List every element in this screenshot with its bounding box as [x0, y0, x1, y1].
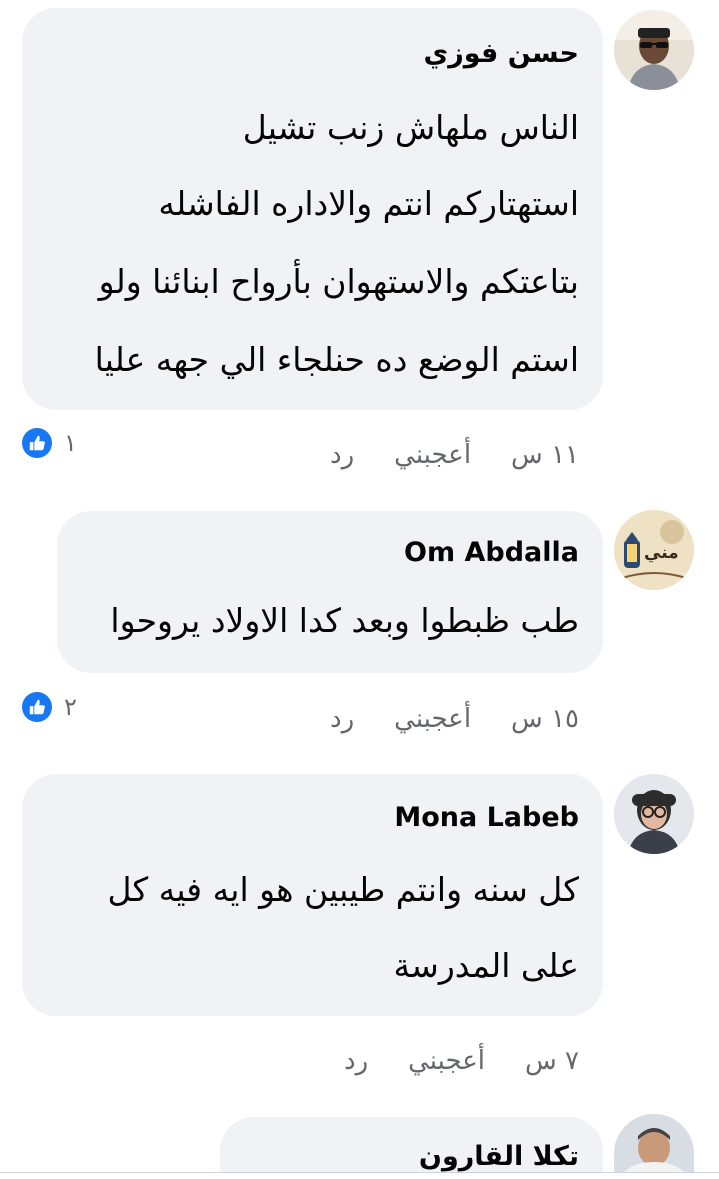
bottom-divider [0, 1172, 719, 1173]
commenter-avatar[interactable] [614, 10, 694, 90]
reaction-summary[interactable]: ٢ [22, 692, 77, 722]
comment-timestamp[interactable]: ١١ س [511, 440, 579, 470]
commenter-avatar[interactable]: مني [614, 510, 694, 590]
comment-timestamp[interactable]: ١٥ س [511, 704, 579, 734]
thumbs-up-icon [22, 692, 52, 722]
comment-bubble: حسن فوزي الناس ملهاش زنب تشيل استهتاركم … [22, 8, 603, 410]
comment-author[interactable]: Mona Labeb [394, 802, 579, 833]
woman-with-glasses-avatar-icon [614, 774, 694, 854]
comment-bubble: Om Abdalla طب ظبطوا وبعد كدا الاولاد يرو… [57, 511, 603, 673]
comment-bubble: Mona Labeb كل سنه وانتم طيبين هو ايه فيه… [22, 774, 603, 1016]
comment-text-line: على المدرسة [393, 946, 579, 985]
comment-text-line: استهتاركم انتم والاداره الفاشله [158, 184, 579, 223]
comment-text-line: بتاعتكم والاستهوان بأرواح ابنائنا ولو [98, 262, 579, 301]
reply-button[interactable]: رد [330, 704, 354, 734]
man-with-sunglasses-avatar-icon [614, 10, 694, 90]
commenter-avatar[interactable] [614, 774, 694, 854]
man-portrait-avatar-icon [614, 1114, 694, 1172]
like-button[interactable]: أعجبني [394, 704, 471, 734]
avatar-label: مني [644, 543, 679, 563]
comment-author[interactable]: Om Abdalla [404, 537, 579, 568]
comment-text-line: طب ظبطوا وبعد كدا الاولاد يروحوا [110, 601, 579, 640]
reaction-summary[interactable]: ١ [22, 428, 77, 458]
reaction-count: ٢ [64, 693, 77, 721]
like-button[interactable]: أعجبني [394, 440, 471, 470]
comment-actions: ١١ س أعجبني رد [330, 440, 579, 470]
comment-text-line: الناس ملهاش زنب تشيل [242, 108, 579, 147]
commenter-avatar[interactable] [614, 1114, 694, 1172]
comment-bubble: تكلا القارون [220, 1117, 603, 1172]
thumbs-up-icon [22, 428, 52, 458]
reply-button[interactable]: رد [330, 440, 354, 470]
comment-timestamp[interactable]: ٧ س [525, 1046, 579, 1076]
comment-text-line: استم الوضع ده حنلجاء الي جهه عليا [94, 340, 579, 379]
comment-author[interactable]: حسن فوزي [423, 38, 579, 69]
comment-author[interactable]: تكلا القارون [419, 1141, 579, 1172]
reply-button[interactable]: رد [344, 1046, 368, 1076]
like-button[interactable]: أعجبني [408, 1046, 485, 1076]
comment-actions: ٧ س أعجبني رد [344, 1046, 579, 1076]
reaction-count: ١ [64, 429, 77, 457]
comment-text-line: كل سنه وانتم طيبين هو ايه فيه كل [107, 870, 579, 909]
comment-actions: ١٥ س أعجبني رد [330, 704, 579, 734]
